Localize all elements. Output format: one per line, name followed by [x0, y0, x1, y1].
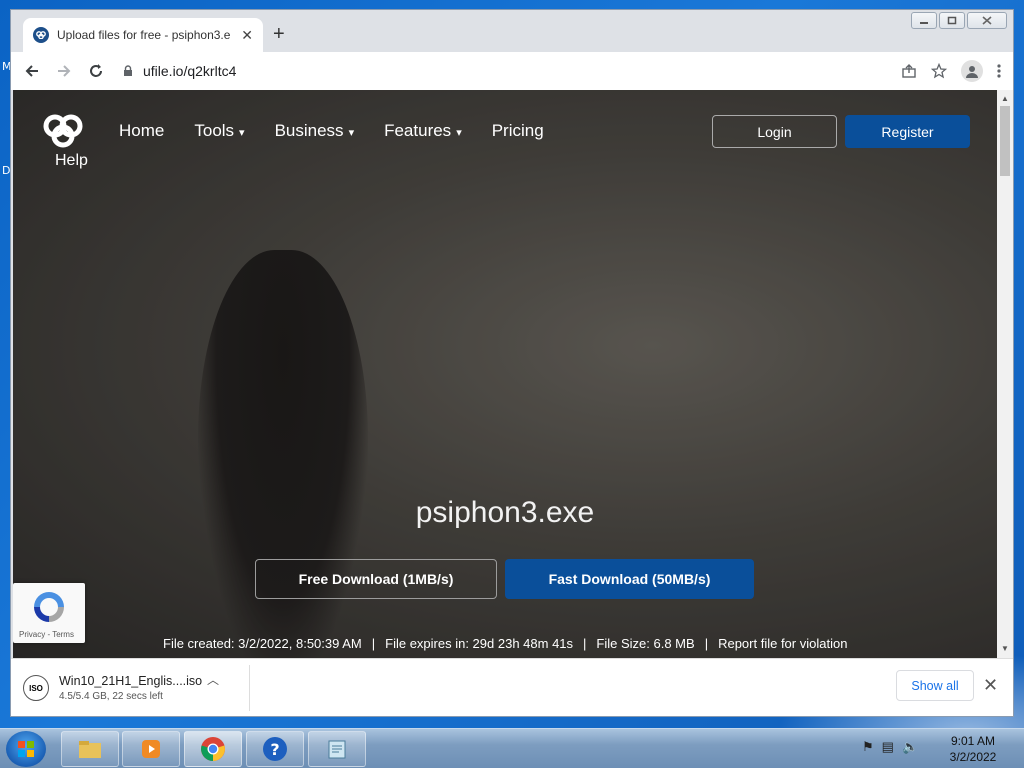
address-url: ufile.io/q2krltc4 [143, 63, 237, 79]
forward-arrow-icon [58, 65, 71, 77]
file-name: psiphon3.exe [415, 496, 595, 529]
forward-button[interactable] [53, 60, 75, 82]
chrome-icon [201, 737, 225, 761]
window-controls [911, 12, 1007, 29]
nav-home[interactable]: Home [119, 121, 164, 141]
clock-time: 9:01 AM [950, 734, 996, 748]
nav-label: Features [384, 121, 452, 140]
nav-business[interactable]: Business ▾ [275, 121, 355, 141]
taskbar-app-help[interactable]: ? [246, 731, 304, 767]
file-expires: File expires in: 29d 23h 48m 41s [385, 636, 574, 651]
login-button[interactable]: Login [712, 115, 837, 148]
restore-icon [947, 16, 957, 25]
toolbar-actions [901, 60, 1001, 82]
bookmark-star-icon[interactable] [931, 63, 947, 79]
file-size: File Size: 6.8 MB [596, 636, 695, 651]
chevron-up-icon[interactable]: ︿ [207, 671, 219, 688]
profile-avatar[interactable] [961, 60, 983, 82]
page-scrollbar[interactable]: ▲ ▼ [997, 90, 1013, 658]
recaptcha-badge[interactable]: Privacy - Terms [13, 583, 85, 643]
tab-title: Upload files for free - psiphon3.e [57, 28, 231, 42]
browser-toolbar: ufile.io/q2krltc4 [11, 52, 1013, 90]
site-nav: Home Tools ▾ Business ▾ Features ▾ Pricing [119, 121, 544, 141]
recaptcha-links[interactable]: Privacy - Terms [19, 630, 74, 639]
reload-button[interactable] [85, 60, 107, 82]
browser-window: Upload files for free - psiphon3.e ✕ + u… [10, 9, 1014, 717]
recaptcha-icon [34, 592, 64, 622]
register-button[interactable]: Register [845, 115, 970, 148]
nav-features[interactable]: Features ▾ [384, 121, 462, 141]
menu-dots-icon[interactable] [997, 63, 1001, 79]
media-player-icon [142, 740, 160, 758]
close-icon [982, 16, 992, 25]
taskbar-app-explorer[interactable] [61, 731, 119, 767]
download-status: 4.5/5.4 GB, 22 secs left [59, 691, 163, 702]
window-close-button[interactable] [967, 12, 1007, 29]
nav-label: Pricing [491, 121, 544, 140]
action-center-icon[interactable]: ⚑ [862, 739, 874, 755]
minimize-button[interactable] [911, 12, 937, 29]
notepad-icon [328, 740, 346, 759]
separator: | [371, 636, 376, 651]
lock-icon [124, 65, 132, 76]
explorer-icon [79, 741, 101, 758]
taskbar: ? ⚑ ▤ 🔈 9:01 AM 3/2/2022 [0, 728, 1024, 768]
nav-tools[interactable]: Tools ▾ [194, 121, 244, 141]
back-arrow-icon [25, 65, 38, 77]
browser-tab[interactable]: Upload files for free - psiphon3.e ✕ [23, 18, 263, 52]
chevron-down-icon: ▾ [456, 127, 462, 139]
scroll-thumb[interactable] [1000, 106, 1010, 176]
restore-button[interactable] [939, 12, 965, 29]
help-link[interactable]: Help [55, 152, 88, 170]
new-tab-button[interactable]: + [273, 24, 285, 44]
file-created: File created: 3/2/2022, 8:50:39 AM [163, 636, 362, 651]
svg-text:?: ? [270, 740, 279, 759]
report-violation-link[interactable]: Report file for violation [718, 636, 847, 651]
clock-date: 3/2/2022 [949, 750, 997, 764]
taskbar-app-notepad[interactable] [308, 731, 366, 767]
scroll-down-icon[interactable]: ▼ [1001, 644, 1009, 653]
show-all-button[interactable]: Show all [896, 670, 974, 701]
back-button[interactable] [21, 60, 43, 82]
fast-download-button[interactable]: Fast Download (50MB/s) [505, 559, 754, 599]
iso-file-icon: ISO [23, 675, 49, 701]
separator: | [704, 636, 709, 651]
page-viewport: Help Home Tools ▾ Business ▾ Features ▾ Pri… [13, 90, 997, 658]
minimize-icon [920, 21, 928, 24]
close-shelf-icon[interactable]: ✕ [983, 675, 998, 696]
profile-icon [966, 66, 978, 78]
chevron-down-icon: ▾ [239, 127, 245, 139]
download-filename: Win10_21H1_Englis....iso [59, 674, 203, 688]
volume-icon[interactable]: 🔈 [902, 739, 918, 755]
taskbar-app-media-player[interactable] [122, 731, 180, 767]
scroll-up-icon[interactable]: ▲ [1001, 94, 1009, 103]
ufile-favicon-icon [33, 27, 49, 43]
taskbar-app-chrome[interactable] [184, 731, 242, 767]
download-shelf: ISO Win10_21H1_Englis....iso 4.5/5.4 GB,… [11, 658, 1013, 716]
divider [249, 665, 250, 711]
start-button[interactable] [6, 731, 46, 767]
address-bar[interactable]: ufile.io/q2krltc4 [123, 57, 901, 85]
nav-label: Tools [194, 121, 235, 140]
chevron-down-icon: ▾ [348, 127, 355, 139]
windows-logo-icon [18, 741, 34, 757]
tab-close-icon[interactable]: ✕ [241, 27, 253, 44]
network-icon[interactable]: ▤ [882, 739, 894, 755]
nav-label: Home [119, 121, 165, 140]
help-icon: ? [263, 737, 287, 761]
share-icon[interactable] [901, 63, 917, 79]
ufile-logo-icon[interactable] [39, 114, 87, 148]
system-tray: ⚑ ▤ 🔈 [862, 739, 918, 755]
nav-pricing[interactable]: Pricing [492, 121, 544, 141]
reload-icon [90, 64, 102, 77]
free-download-button[interactable]: Free Download (1MB/s) [255, 559, 497, 599]
taskbar-clock[interactable]: 9:01 AM 3/2/2022 [942, 733, 1004, 765]
nav-label: Business [274, 121, 344, 140]
file-info: File created: 3/2/2022, 8:50:39 AM | File … [163, 636, 847, 651]
separator: | [583, 636, 587, 651]
